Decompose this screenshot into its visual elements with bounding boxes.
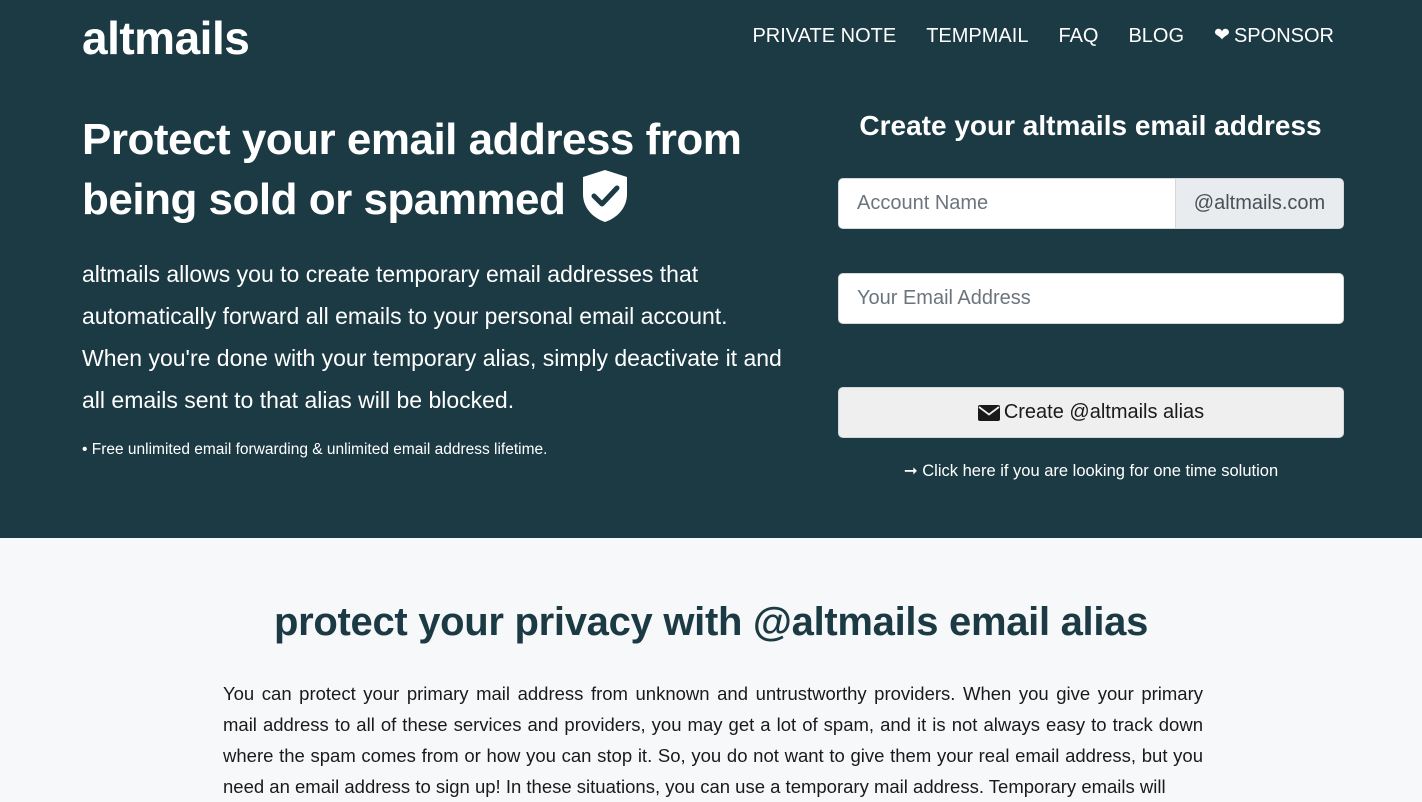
- nav-label: TEMPMAIL: [926, 25, 1029, 47]
- site-logo[interactable]: altmails: [82, 10, 250, 66]
- account-name-group: @altmails.com: [838, 178, 1344, 229]
- nav-label: SPONSOR: [1233, 25, 1334, 47]
- section-body: You can protect your primary mail addres…: [223, 683, 1203, 797]
- nav-blog[interactable]: BLOG: [1128, 22, 1184, 50]
- form-title: Create your altmails email address: [859, 110, 1322, 141]
- section-title: protect your privacy with @altmails emai…: [273, 600, 1149, 644]
- nav-label: BLOG: [1128, 25, 1185, 47]
- create-alias-label: Create @altmails alias: [1003, 401, 1205, 423]
- email-address-input[interactable]: [838, 273, 1344, 324]
- nav-label: PRIVATE NOTE: [752, 25, 897, 47]
- nav-label: FAQ: [1058, 25, 1099, 47]
- nav-faq[interactable]: FAQ: [1058, 22, 1098, 50]
- heart-icon: ❤: [1214, 25, 1230, 46]
- create-alias-button[interactable]: Create @altmails alias: [838, 387, 1344, 438]
- hero-lead: altmails allows you to create temporary …: [82, 261, 782, 413]
- account-name-input[interactable]: [839, 179, 1175, 228]
- domain-suffix: @altmails.com: [1175, 179, 1343, 228]
- nav-tempmail[interactable]: TEMPMAIL: [926, 22, 1028, 50]
- envelope-icon: [977, 404, 1000, 421]
- nav-private-note[interactable]: PRIVATE NOTE: [752, 22, 896, 50]
- hero-headline: Protect your email address from being so…: [82, 112, 782, 228]
- hero-section: altmails PRIVATE NOTE TEMPMAIL FAQ BLOG …: [0, 0, 1422, 538]
- nav-sponsor[interactable]: ❤ SPONSOR: [1214, 22, 1334, 50]
- hero-headline-text: Protect your email address from being so…: [82, 115, 742, 224]
- one-time-solution-link[interactable]: ➞ Click here if you are looking for one …: [838, 459, 1344, 483]
- shield-check-icon: [583, 170, 628, 222]
- main-nav: PRIVATE NOTE TEMPMAIL FAQ BLOG ❤ SPONSOR: [752, 22, 1334, 50]
- hero-feature-bullet: • Free unlimited email forwarding & unli…: [82, 441, 548, 458]
